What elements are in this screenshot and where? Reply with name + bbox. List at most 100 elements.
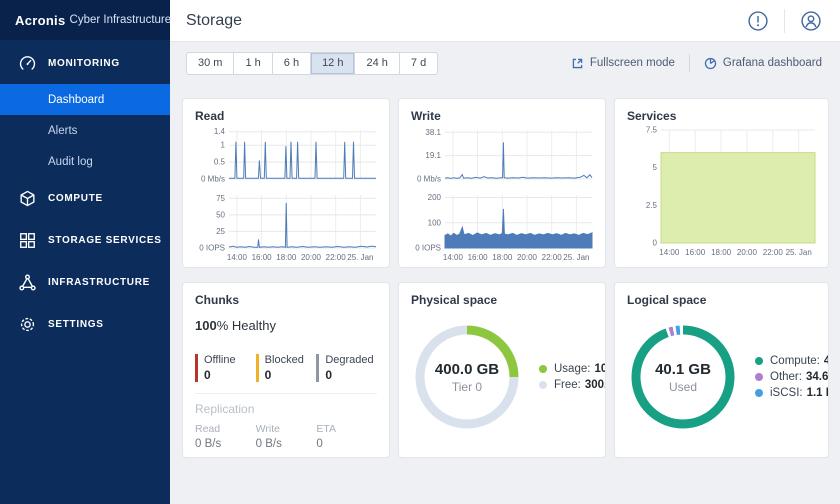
card-title: Chunks bbox=[195, 293, 377, 307]
replication-eta: ETA 0 bbox=[316, 423, 377, 450]
gear-icon bbox=[17, 314, 37, 334]
svg-text:22:00: 22:00 bbox=[542, 253, 563, 262]
legend-free: Free:300.0 GB bbox=[539, 379, 606, 391]
svg-text:22:00: 22:00 bbox=[763, 248, 784, 257]
sidebar-item-dashboard[interactable]: Dashboard bbox=[0, 84, 170, 115]
write-iops-chart[interactable]: 2001000 IOPS14:0016:0018:0020:0022:0025.… bbox=[411, 190, 593, 267]
svg-text:0.5: 0.5 bbox=[214, 158, 226, 167]
replication-title: Replication bbox=[195, 402, 377, 416]
svg-text:16:00: 16:00 bbox=[252, 253, 273, 262]
divider bbox=[195, 393, 377, 394]
sidebar: Acronis Cyber Infrastructure MONITORING … bbox=[0, 0, 170, 504]
toolbar-divider bbox=[689, 54, 690, 72]
range-button-24h[interactable]: 24 h bbox=[355, 52, 399, 75]
svg-text:16:00: 16:00 bbox=[685, 248, 706, 257]
logical-space-body: 40.1 GB Used Compute:40.1 GB Other:34.6 … bbox=[627, 307, 816, 447]
services-card: Services 7.552.5014:0016:0018:0020:0022:… bbox=[614, 98, 829, 268]
logical-donut-chart[interactable]: 40.1 GB Used bbox=[627, 321, 739, 433]
grafana-pie-icon bbox=[704, 57, 717, 70]
svg-text:20:00: 20:00 bbox=[301, 253, 322, 262]
card-title: Logical space bbox=[627, 293, 816, 307]
sidebar-item-label: MONITORING bbox=[48, 58, 120, 69]
fullscreen-icon bbox=[571, 57, 584, 70]
range-button-7d[interactable]: 7 d bbox=[400, 52, 438, 75]
stat-offline: Offline 0 bbox=[195, 354, 256, 382]
svg-text:22:00: 22:00 bbox=[326, 253, 347, 262]
svg-text:2.5: 2.5 bbox=[646, 201, 658, 210]
healthy-status: 100% Healthy bbox=[195, 318, 377, 333]
range-button-30m[interactable]: 30 m bbox=[186, 52, 234, 75]
write-mbps-chart[interactable]: 38.1 19.1 0 Mb/s bbox=[411, 125, 593, 188]
svg-text:25: 25 bbox=[216, 227, 225, 236]
network-icon bbox=[17, 272, 37, 292]
chunk-stats: Offline 0 Blocked 0 Degraded 0 bbox=[195, 354, 377, 382]
logical-space-card: Logical space 40.1 GB Used Compute:40.1 … bbox=[614, 282, 829, 458]
sidebar-item-settings[interactable]: SETTINGS bbox=[0, 303, 170, 345]
svg-text:38.1: 38.1 bbox=[425, 128, 441, 137]
sidebar-item-infrastructure[interactable]: INFRASTRUCTURE bbox=[0, 261, 170, 303]
brand-suffix: Cyber Infrastructure bbox=[70, 14, 172, 26]
sidebar-item-audit-log[interactable]: Audit log bbox=[0, 146, 170, 177]
replication-stats: Read 0 B/s Write 0 B/s ETA 0 bbox=[195, 423, 377, 450]
svg-text:75: 75 bbox=[216, 194, 225, 203]
svg-text:20:00: 20:00 bbox=[517, 253, 538, 262]
sidebar-item-label: STORAGE SERVICES bbox=[48, 235, 162, 246]
svg-text:100: 100 bbox=[428, 218, 442, 227]
card-title: Services bbox=[627, 109, 816, 123]
range-button-1h[interactable]: 1 h bbox=[234, 52, 272, 75]
legend-iscsi: iSCSI:1.1 MB bbox=[755, 387, 829, 399]
svg-text:7.5: 7.5 bbox=[646, 126, 658, 135]
range-button-12h[interactable]: 12 h bbox=[311, 52, 355, 75]
svg-text:16:00: 16:00 bbox=[468, 253, 489, 262]
sidebar-item-monitoring[interactable]: MONITORING bbox=[0, 42, 170, 84]
svg-text:0 IOPS: 0 IOPS bbox=[415, 244, 441, 253]
stat-blocked: Blocked 0 bbox=[256, 354, 317, 382]
donut-center: 40.1 GB Used bbox=[627, 321, 739, 433]
app-logo: Acronis Cyber Infrastructure bbox=[0, 0, 170, 40]
donut-center: 400.0 GB Tier 0 bbox=[411, 321, 523, 433]
sidebar-nav: MONITORING Dashboard Alerts Audit log CO… bbox=[0, 42, 170, 345]
services-chart[interactable]: 7.552.5014:0016:0018:0020:0022:0025. Jan bbox=[627, 125, 816, 262]
replication-write: Write 0 B/s bbox=[256, 423, 317, 450]
range-button-6h[interactable]: 6 h bbox=[273, 52, 311, 75]
sidebar-item-storage-services[interactable]: STORAGE SERVICES bbox=[0, 219, 170, 261]
sidebar-item-label: COMPUTE bbox=[48, 193, 103, 204]
svg-text:25. Jan: 25. Jan bbox=[563, 253, 589, 262]
svg-text:14:00: 14:00 bbox=[227, 253, 248, 262]
svg-text:0 Mb/s: 0 Mb/s bbox=[201, 175, 225, 184]
legend-other: Other:34.6 MB bbox=[755, 371, 829, 383]
read-mbps-chart[interactable]: 1.410.50 Mb/s bbox=[195, 125, 377, 188]
sidebar-item-alerts[interactable]: Alerts bbox=[0, 115, 170, 146]
header-divider bbox=[784, 9, 785, 33]
svg-text:20:00: 20:00 bbox=[737, 248, 758, 257]
svg-text:25. Jan: 25. Jan bbox=[347, 253, 373, 262]
gauge-icon bbox=[17, 53, 37, 73]
fullscreen-mode-link[interactable]: Fullscreen mode bbox=[571, 57, 675, 70]
free-dot bbox=[539, 381, 547, 389]
account-icon[interactable] bbox=[800, 10, 822, 32]
legend-usage: Usage:100.0 GB bbox=[539, 363, 606, 375]
svg-text:18:00: 18:00 bbox=[276, 253, 297, 262]
grafana-dashboard-link[interactable]: Grafana dashboard bbox=[704, 57, 822, 70]
sidebar-item-label: INFRASTRUCTURE bbox=[48, 277, 150, 288]
read-iops-chart[interactable]: 75 50 25 0 IOPS14:00 16:0018:00 20:00 22:0025.… bbox=[195, 190, 377, 267]
physical-legend: Usage:100.0 GB Free:300.0 GB bbox=[539, 359, 606, 395]
alert-icon[interactable] bbox=[747, 10, 769, 32]
svg-text:19.1: 19.1 bbox=[425, 151, 441, 160]
page-title: Storage bbox=[186, 12, 747, 30]
svg-text:0 Mb/s: 0 Mb/s bbox=[417, 175, 441, 184]
svg-text:50: 50 bbox=[216, 210, 225, 219]
grafana-label: Grafana dashboard bbox=[723, 57, 822, 69]
iscsi-dot bbox=[755, 389, 763, 397]
compute-dot bbox=[755, 357, 763, 365]
physical-donut-chart[interactable]: 400.0 GB Tier 0 bbox=[411, 321, 523, 433]
svg-text:25. Jan: 25. Jan bbox=[786, 248, 812, 257]
usage-dot bbox=[539, 365, 547, 373]
sidebar-item-compute[interactable]: COMPUTE bbox=[0, 177, 170, 219]
card-title: Read bbox=[195, 109, 377, 123]
svg-text:0 IOPS: 0 IOPS bbox=[199, 244, 225, 253]
logical-legend: Compute:40.1 GB Other:34.6 MB iSCSI:1.1 … bbox=[755, 351, 829, 403]
legend-compute: Compute:40.1 GB bbox=[755, 355, 829, 367]
svg-text:14:00: 14:00 bbox=[443, 253, 464, 262]
sidebar-item-label: SETTINGS bbox=[48, 319, 104, 330]
